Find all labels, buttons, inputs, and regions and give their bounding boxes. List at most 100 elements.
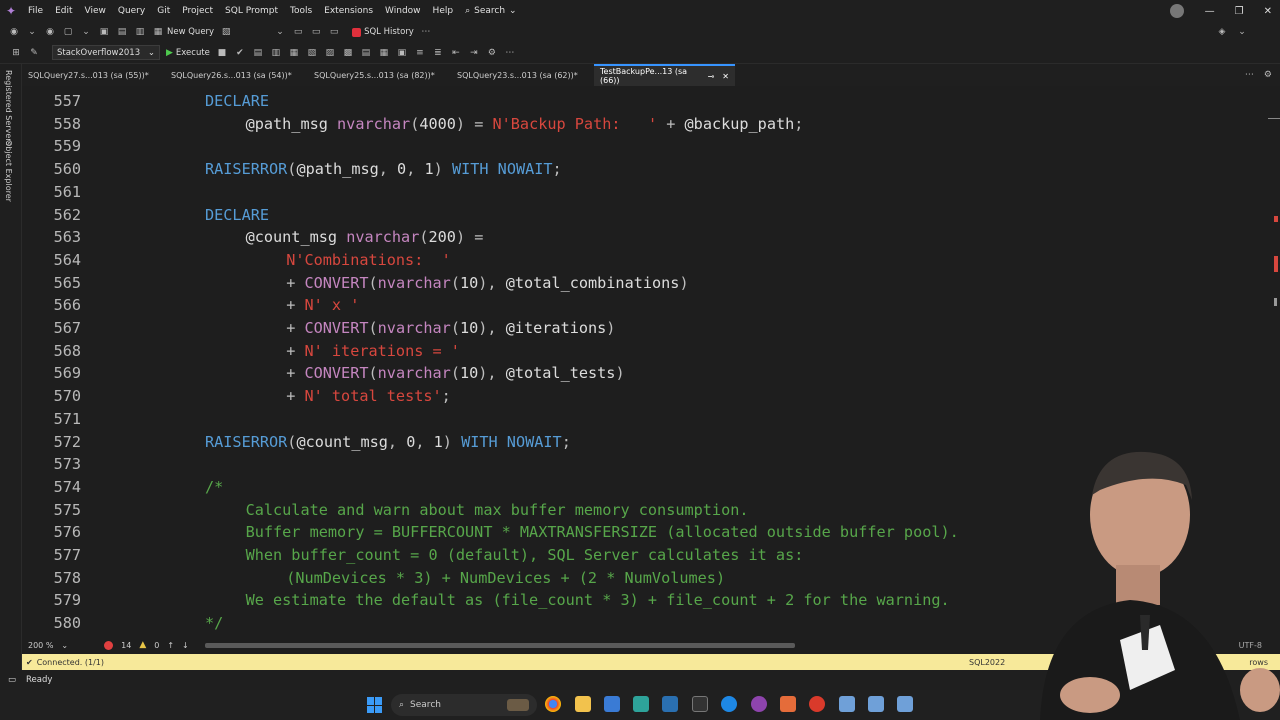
- specify-values-icon[interactable]: ⚙: [486, 47, 498, 59]
- code-line[interactable]: 569 + CONVERT(nvarchar(10), @total_tests): [22, 362, 1268, 385]
- dropdown-arrow-icon[interactable]: ⌄: [80, 26, 92, 38]
- tab-sqlquery25[interactable]: SQLQuery25.s...013 (sa (82))*: [308, 64, 451, 86]
- avatar[interactable]: [1170, 4, 1184, 18]
- code-line[interactable]: 561: [22, 181, 1268, 204]
- client-stats-icon[interactable]: ▩: [342, 47, 354, 59]
- code-line[interactable]: 560 RAISERROR(@path_msg, 0, 1) WITH NOWAI…: [22, 158, 1268, 181]
- zoom-level[interactable]: 200 %: [28, 641, 53, 650]
- tab-testbackup[interactable]: TestBackupPe...13 (sa (66)) ⊸ ✕: [594, 64, 735, 86]
- photos-icon[interactable]: [662, 696, 678, 712]
- code-line[interactable]: 568 + N' iterations = ': [22, 340, 1268, 363]
- menu-item-file[interactable]: File: [22, 6, 49, 16]
- app-icon[interactable]: [839, 696, 855, 712]
- menu-item-view[interactable]: View: [79, 6, 112, 16]
- menu-item-extensions[interactable]: Extensions: [318, 6, 379, 16]
- estimated-plan-icon[interactable]: ▤: [252, 47, 264, 59]
- podcast-icon[interactable]: [751, 696, 767, 712]
- arrow-down-icon[interactable]: ↓: [182, 641, 189, 650]
- more-icon[interactable]: ⋯: [420, 26, 432, 38]
- minimize-icon[interactable]: —: [1205, 6, 1215, 17]
- stop-icon[interactable]: ■: [216, 47, 228, 59]
- menu-item-query[interactable]: Query: [112, 6, 151, 16]
- results-file-icon[interactable]: ▣: [396, 47, 408, 59]
- code-line[interactable]: 566 + N' x ': [22, 294, 1268, 317]
- forward-icon[interactable]: ◉: [44, 26, 56, 38]
- snip-icon[interactable]: [780, 696, 796, 712]
- arrow-up-icon[interactable]: ↑: [167, 641, 174, 650]
- warning-count[interactable]: 0: [154, 641, 159, 650]
- terminal-icon[interactable]: [692, 696, 708, 712]
- code-line[interactable]: 564 N'Combinations: ': [22, 249, 1268, 272]
- results-grid-icon[interactable]: ▦: [378, 47, 390, 59]
- comment-icon[interactable]: ≡: [414, 47, 426, 59]
- cut-icon[interactable]: ▭: [328, 26, 340, 38]
- connect-icon[interactable]: ⊞: [10, 47, 22, 59]
- tab-sqlquery26[interactable]: SQLQuery26.s...013 (sa (54))*: [165, 64, 308, 86]
- app-icon[interactable]: [868, 696, 884, 712]
- chevron-down-icon[interactable]: ⌄: [1236, 26, 1248, 38]
- save-icon[interactable]: ▤: [116, 26, 128, 38]
- menu-item-tools[interactable]: Tools: [284, 6, 318, 16]
- close-icon[interactable]: ✕: [1264, 6, 1272, 17]
- windows-start-icon[interactable]: [367, 697, 383, 713]
- menu-item-project[interactable]: Project: [176, 6, 219, 16]
- more-icon[interactable]: ⋯: [504, 47, 516, 59]
- query-options-icon[interactable]: ▥: [270, 47, 282, 59]
- code-line[interactable]: 571: [22, 408, 1268, 431]
- code-line[interactable]: 563 @count_msg nvarchar(200) =: [22, 226, 1268, 249]
- code-line[interactable]: 567 + CONVERT(nvarchar(10), @iterations): [22, 317, 1268, 340]
- tab-overflow-icon[interactable]: ⋯: [1245, 70, 1254, 80]
- app-icon[interactable]: [897, 696, 913, 712]
- pin-icon[interactable]: ⊸: [708, 72, 715, 81]
- code-line[interactable]: 558 @path_msg nvarchar(4000) = N'Backup P…: [22, 113, 1268, 136]
- horizontal-scrollbar[interactable]: [205, 643, 795, 648]
- code-line[interactable]: 562 DECLARE: [22, 204, 1268, 227]
- redo-icon[interactable]: ▭: [310, 26, 322, 38]
- save-all-icon[interactable]: ▥: [134, 26, 146, 38]
- close-icon[interactable]: ✕: [722, 72, 729, 81]
- app-icon[interactable]: [809, 696, 825, 712]
- file-explorer-icon[interactable]: [575, 696, 591, 712]
- menu-item-git[interactable]: Git: [151, 6, 176, 16]
- excel-like-icon[interactable]: [633, 696, 649, 712]
- indent-icon[interactable]: ⇥: [468, 47, 480, 59]
- open-folder-icon[interactable]: ▣: [98, 26, 110, 38]
- menu-item-sql-prompt[interactable]: SQL Prompt: [219, 6, 284, 16]
- menu-item-help[interactable]: Help: [427, 6, 460, 16]
- change-connection-icon[interactable]: ✎: [28, 47, 40, 59]
- ssms-icon[interactable]: [604, 696, 620, 712]
- menu-item-window[interactable]: Window: [379, 6, 427, 16]
- output-icon[interactable]: ▭: [8, 675, 16, 685]
- results-text-icon[interactable]: ▤: [360, 47, 372, 59]
- query-db-icon[interactable]: ▧: [220, 26, 232, 38]
- settings-gear-icon[interactable]: ⚙: [1264, 70, 1272, 80]
- intellisense-icon[interactable]: ▦: [288, 47, 300, 59]
- execute-button[interactable]: ▶ Execute: [166, 48, 210, 58]
- copilot-icon[interactable]: ◈: [1216, 26, 1228, 38]
- chevron-down-icon[interactable]: ⌄: [61, 641, 68, 650]
- restore-icon[interactable]: ❐: [1235, 6, 1244, 17]
- search-menu[interactable]: ⌕ Search ⌄: [459, 6, 523, 16]
- code-line[interactable]: 557 DECLARE: [22, 90, 1268, 113]
- chrome-icon[interactable]: [545, 696, 561, 712]
- back-icon[interactable]: ◉: [8, 26, 20, 38]
- tab-sqlquery27[interactable]: SQLQuery27.s...013 (sa (55))*: [22, 64, 165, 86]
- live-stats-icon[interactable]: ▨: [324, 47, 336, 59]
- dropdown-arrow-icon[interactable]: ⌄: [274, 26, 286, 38]
- taskbar-search[interactable]: ⌕ Search: [391, 694, 537, 716]
- scroll-thumb[interactable]: [1274, 298, 1277, 306]
- tab-sqlquery23[interactable]: SQLQuery23.s...013 (sa (62))*: [451, 64, 594, 86]
- dropdown-arrow-icon[interactable]: ⌄: [26, 26, 38, 38]
- menu-item-edit[interactable]: Edit: [49, 6, 78, 16]
- undo-icon[interactable]: ▭: [292, 26, 304, 38]
- code-line[interactable]: 559: [22, 135, 1268, 158]
- new-file-icon[interactable]: ▢: [62, 26, 74, 38]
- registered-servers-tab[interactable]: Registered Servers: [4, 70, 13, 146]
- parse-check-icon[interactable]: ✔: [234, 47, 246, 59]
- object-explorer-tab[interactable]: Object Explorer: [4, 140, 13, 202]
- sql-history-button[interactable]: SQL History: [352, 27, 414, 37]
- new-query-button[interactable]: ▦ New Query: [152, 26, 214, 38]
- include-plan-icon[interactable]: ▧: [306, 47, 318, 59]
- code-line[interactable]: 565 + CONVERT(nvarchar(10), @total_combin…: [22, 272, 1268, 295]
- database-select[interactable]: StackOverflow2013 ⌄: [52, 45, 160, 60]
